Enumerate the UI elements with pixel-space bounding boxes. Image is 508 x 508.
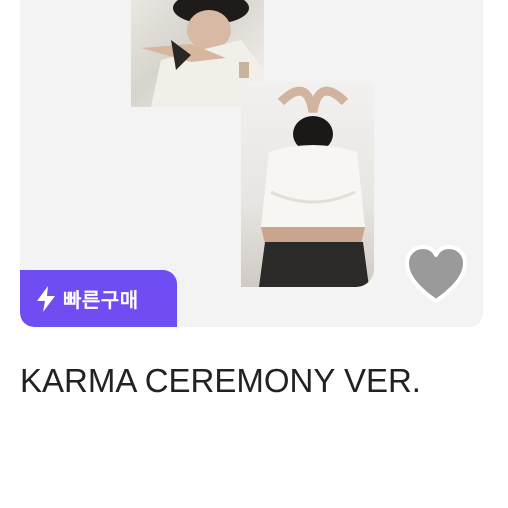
product-title[interactable]: KARMA CEREMONY VER.	[20, 362, 490, 400]
heart-icon	[405, 245, 467, 303]
product-card[interactable]: 빠른구매	[20, 0, 483, 327]
quick-purchase-badge[interactable]: 빠른구매	[20, 270, 177, 327]
quick-purchase-label: 빠른구매	[63, 290, 139, 312]
favorite-button[interactable]	[403, 243, 469, 309]
lightning-icon	[37, 285, 55, 312]
product-photo-2	[241, 82, 374, 287]
